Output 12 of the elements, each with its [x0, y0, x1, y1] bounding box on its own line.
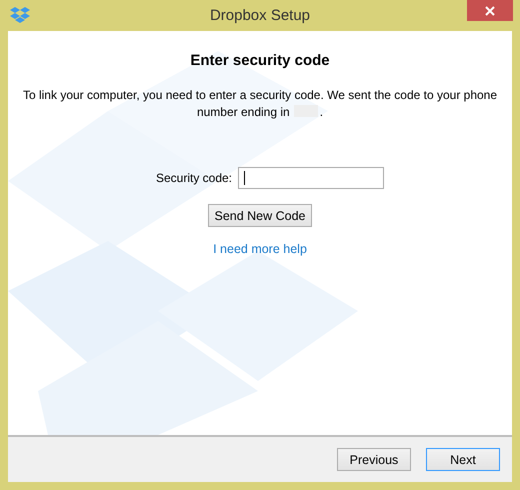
next-button[interactable]: Next	[426, 448, 500, 471]
field-label: Security code:	[156, 171, 232, 185]
previous-button[interactable]: Previous	[337, 448, 411, 471]
send-code-button[interactable]: Send New Code	[208, 204, 312, 227]
instruction-text: To link your computer, you need to enter a security code. We sent the code to your phone number ending in .	[22, 87, 498, 121]
close-button[interactable]	[467, 0, 513, 21]
window-title: Dropbox Setup	[210, 7, 310, 24]
help-link[interactable]: I need more help	[213, 242, 307, 256]
security-code-field[interactable]	[238, 167, 384, 189]
box-logo-icon	[10, 6, 30, 24]
close-icon	[485, 6, 495, 16]
heading: Enter security code	[190, 52, 330, 69]
